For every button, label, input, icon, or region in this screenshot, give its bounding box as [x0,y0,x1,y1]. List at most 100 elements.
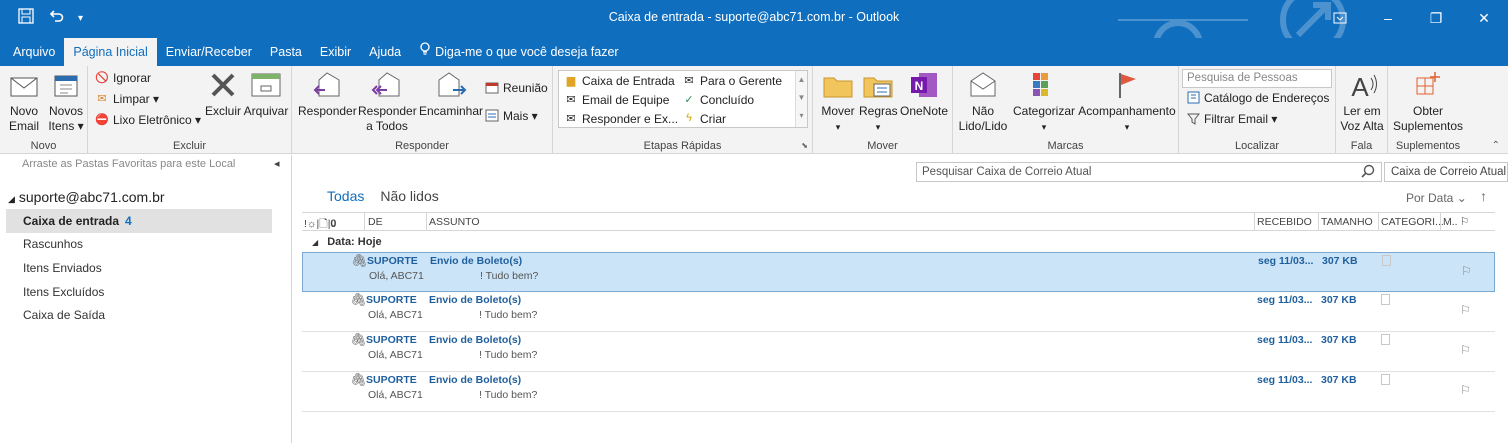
filter-all[interactable]: Todas [327,188,364,204]
tab-pagina-inicial[interactable]: Página Inicial [64,38,157,66]
folder-caixa-de-saida[interactable]: Caixa de Saída [6,303,272,327]
onenote-button[interactable]: N OneNote [899,70,949,119]
flag-icon[interactable]: ⚐ [1460,383,1471,397]
folder-caixa-de-entrada[interactable]: Caixa de entrada 4 [6,209,272,233]
message-row[interactable]: 🖇 SUPORTE Envio de Boleto(s) seg 11/03..… [302,252,1495,292]
clean-up-button[interactable]: ✉ Limpar ▾ [94,92,159,106]
collapse-pane-icon[interactable]: ◂ [274,157,280,170]
paperclip-icon: 🖇 [350,292,367,307]
quick-step-para-gerente[interactable]: ✉ Para o Gerente [681,74,782,88]
checkmark-icon: ✓ [684,94,694,106]
meeting-button[interactable]: Reunião [484,81,548,95]
flag-icon[interactable]: ⚐ [1461,264,1472,278]
gallery-scrollbar[interactable]: ▲ ▼ ▾ [795,71,807,127]
save-icon[interactable] [18,8,34,29]
reply-all-button[interactable]: Responder a Todos [358,70,417,134]
maximize-button[interactable]: ❐ [1412,0,1460,38]
tab-pasta[interactable]: Pasta [261,38,311,66]
quick-step-email-equipe[interactable]: ✉ Email de Equipe [563,93,669,107]
collapse-ribbon-icon[interactable]: ⌃ [1492,140,1500,151]
column-categories[interactable]: CATEGORI... [1381,216,1444,228]
get-addins-button[interactable]: Obter Suplementos [1390,70,1466,134]
tell-me-box[interactable]: Diga-me o que você deseja fazer [410,38,627,66]
folder-icon [819,70,857,102]
categorize-button[interactable]: Categorizar ▾ [1011,70,1077,135]
reply-delete-icon: ✉ [566,113,576,125]
dialog-launcher-icon[interactable]: ⬊ [801,141,808,150]
list-filters: Todas Não lidos [327,188,439,204]
read-aloud-label-1: Ler em [1343,104,1381,118]
column-flag-icon[interactable]: ⚐ [1460,216,1469,228]
quick-step-criar[interactable]: ϟ Criar [681,112,726,126]
folder-rascunhos[interactable]: Rascunhos [6,232,272,256]
quick-step-responder-excluir[interactable]: ✉ Responder e Ex... [563,112,678,126]
forward-button[interactable]: Encaminhar [418,70,484,119]
clean-up-label: Limpar ▾ [113,92,160,106]
tab-exibir[interactable]: Exibir [311,38,360,66]
folder-itens-excluidos[interactable]: Itens Excluídos [6,280,272,304]
folder-itens-enviados[interactable]: Itens Enviados [6,256,272,280]
category-box[interactable] [1381,334,1390,345]
rules-button[interactable]: Regras ▾ [859,70,898,135]
message-row[interactable]: 🖇 SUPORTE Envio de Boleto(s) seg 11/03..… [302,372,1495,412]
account-header[interactable]: ◢ suporte@abc71.com.br [8,189,165,205]
column-from[interactable]: DE [368,216,383,228]
unread-read-button[interactable]: Não Lido/Lido [955,70,1011,134]
rules-label: Regras [859,104,898,118]
mailbox-search-input[interactable]: Pesquisar Caixa de Correio Atual [916,162,1382,182]
search-icon[interactable] [1361,164,1375,183]
group-header-label: Data: Hoje [327,236,382,248]
group-header-today[interactable]: ◢ Data: Hoje [302,233,1495,251]
ignore-button[interactable]: 🚫 Ignorar [94,71,151,85]
close-button[interactable]: ✕ [1460,0,1508,38]
new-items-button[interactable]: Novos Itens ▾ [46,70,86,134]
junk-button[interactable]: ⛔ Lixo Eletrônico ▾ [94,113,201,127]
junk-icon: ⛔ [95,114,109,126]
category-box[interactable] [1382,255,1391,266]
search-placeholder: Pesquisar Caixa de Correio Atual [922,166,1092,178]
reply-button[interactable]: Responder [298,70,357,119]
tab-ajuda[interactable]: Ajuda [360,38,410,66]
new-email-button[interactable]: Novo Email [6,70,42,134]
ribbon-display-icon[interactable] [1316,0,1364,38]
folder-label: Caixa de Saída [23,308,106,322]
undo-icon[interactable] [48,8,64,29]
qat-dropdown-icon[interactable]: ▾ [78,10,83,28]
message-from: SUPORTE [366,334,417,346]
column-icons[interactable]: !☼|🗋|𝟎 [304,216,336,234]
filter-email-button[interactable]: Filtrar Email ▾ [1185,112,1277,126]
read-aloud-button[interactable]: A Ler em Voz Alta [1338,70,1386,134]
follow-up-button[interactable]: Acompanhamento ▾ [1077,70,1177,135]
people-search-input[interactable]: Pesquisa de Pessoas [1182,69,1332,88]
meeting-label: Reunião [503,81,548,95]
tab-arquivo[interactable]: Arquivo [4,38,64,66]
column-subject[interactable]: ASSUNTO [429,216,480,228]
window-controls: – ❐ ✕ [1316,0,1508,38]
minimize-button[interactable]: – [1364,0,1412,38]
favorites-hint: Arraste as Pastas Favoritas para este Lo… [22,158,236,170]
category-box[interactable] [1381,374,1390,385]
quick-step-caixa-entrada[interactable]: ▆ Caixa de Entrada [563,74,675,88]
sort-direction-icon[interactable]: ↑ [1480,188,1487,204]
column-size[interactable]: TAMANHO [1321,216,1373,228]
message-from: SUPORTE [366,374,417,386]
move-button[interactable]: Mover ▾ [819,70,857,135]
column-separator [1440,213,1441,231]
sort-by-dropdown[interactable]: Por Data ⌄ [1406,191,1467,205]
tab-enviar-receber[interactable]: Enviar/Receber [157,38,261,66]
filter-unread[interactable]: Não lidos [380,188,438,204]
delete-button[interactable]: Excluir [204,70,242,119]
archive-button[interactable]: Arquivar [242,70,290,119]
group-label-suplementos: Suplementos [1395,140,1461,152]
quick-step-concluido[interactable]: ✓ Concluído [681,93,754,107]
column-mention[interactable]: M.. [1443,216,1458,228]
flag-icon[interactable]: ⚐ [1460,343,1471,357]
address-book-button[interactable]: Catálogo de Endereços [1185,91,1329,105]
message-row[interactable]: 🖇 SUPORTE Envio de Boleto(s) seg 11/03..… [302,332,1495,372]
more-respond-button[interactable]: Mais ▾ [484,109,538,123]
column-received[interactable]: RECEBIDO [1257,216,1312,228]
category-box[interactable] [1381,294,1390,305]
flag-icon[interactable]: ⚐ [1460,303,1471,317]
search-scope-dropdown[interactable]: Caixa de Correio Atual ▾ [1384,162,1508,182]
message-row[interactable]: 🖇 SUPORTE Envio de Boleto(s) seg 11/03..… [302,292,1495,332]
